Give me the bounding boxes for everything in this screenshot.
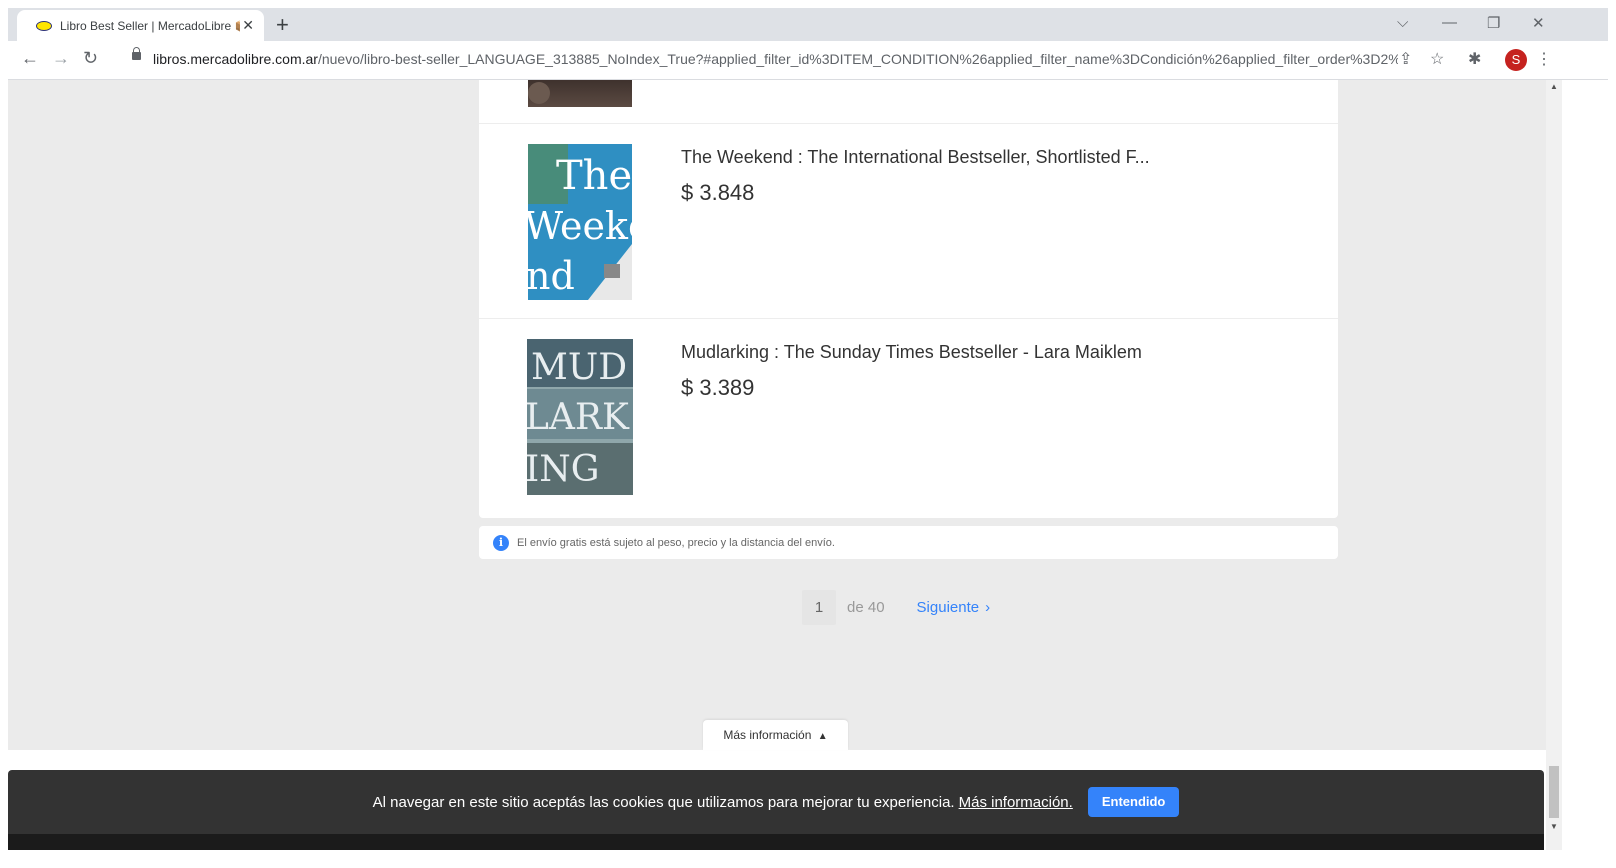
- list-item[interactable]: MUD LARK ING Mudlarking : The Sunday Tim…: [479, 319, 1338, 518]
- results-list: The Weeke nd The Weekend : The Internati…: [479, 80, 1338, 518]
- svg-text:nd: nd: [528, 254, 575, 298]
- more-menu-icon[interactable]: ⋮: [1536, 49, 1552, 69]
- close-window-icon[interactable]: ✕: [1532, 14, 1545, 32]
- page-content: The Weeke nd The Weekend : The Internati…: [8, 80, 1546, 850]
- profile-avatar[interactable]: S: [1505, 49, 1527, 71]
- svg-text:MUD: MUD: [531, 347, 627, 388]
- forward-arrow-icon[interactable]: →: [52, 48, 70, 69]
- product-title[interactable]: The Weekend : The International Bestsell…: [681, 147, 1150, 168]
- info-icon: i: [493, 534, 509, 551]
- product-title[interactable]: Mudlarking : The Sunday Times Bestseller…: [681, 342, 1142, 363]
- back-arrow-icon[interactable]: ←: [21, 48, 39, 69]
- product-price: $ 3.389: [681, 375, 755, 400]
- cookie-message: Al navegar en este sitio aceptás las coo…: [372, 793, 955, 811]
- restore-icon[interactable]: ❐: [1487, 14, 1500, 32]
- browser-tab[interactable]: Libro Best Seller | MercadoLibre 📦 ✕: [17, 10, 264, 41]
- scrollbar-thumb[interactable]: [1549, 766, 1559, 818]
- list-item-partial[interactable]: [479, 80, 1338, 124]
- pagination: 1 de 40 Siguiente ›: [802, 589, 990, 625]
- bookmark-star-icon[interactable]: ☆: [1430, 49, 1444, 69]
- mercadolibre-favicon-icon: [36, 20, 52, 31]
- page-count-label: de 40: [847, 598, 885, 616]
- chevron-up-icon: ▲: [817, 731, 828, 742]
- tab-search-chevron-icon[interactable]: ⌵: [1397, 14, 1408, 31]
- minimize-icon[interactable]: —: [1442, 14, 1457, 31]
- svg-text:Weeke: Weeke: [528, 204, 632, 248]
- current-page-number[interactable]: 1: [802, 589, 836, 625]
- scroll-down-arrow-icon[interactable]: ▼: [1550, 822, 1558, 831]
- share-icon[interactable]: ⇪: [1399, 49, 1412, 69]
- accept-cookies-button[interactable]: Entendido: [1087, 787, 1180, 817]
- lock-icon: [132, 47, 141, 60]
- book-cover-the-weekend: The Weeke nd: [528, 144, 632, 300]
- shipping-notice-text: El envío gratis está sujeto al peso, pre…: [517, 536, 835, 549]
- reload-icon[interactable]: ↻: [83, 48, 98, 69]
- more-info-label: Más información: [723, 728, 812, 742]
- new-tab-plus-icon[interactable]: +: [276, 12, 289, 38]
- shipping-notice: i El envío gratis está sujeto al peso, p…: [479, 526, 1338, 559]
- svg-text:ING: ING: [527, 449, 599, 490]
- svg-text:LARK: LARK: [527, 397, 630, 438]
- product-thumbnail[interactable]: The Weeke nd: [528, 144, 632, 300]
- browser-tab-bar: Libro Best Seller | MercadoLibre 📦 ✕ + ⌵…: [8, 8, 1608, 41]
- product-thumbnail[interactable]: [528, 80, 632, 107]
- more-info-toggle[interactable]: Más información ▲: [703, 720, 848, 750]
- cookie-banner: Al navegar en este sitio aceptás las coo…: [8, 770, 1544, 834]
- next-page-link[interactable]: Siguiente: [917, 599, 980, 616]
- book-cover-mudlarking: MUD LARK ING: [527, 339, 633, 495]
- scroll-up-arrow-icon[interactable]: ▲: [1550, 82, 1558, 91]
- list-item[interactable]: The Weeke nd The Weekend : The Internati…: [479, 124, 1338, 319]
- footer-dark-strip: [8, 834, 1544, 850]
- page-scrollbar[interactable]: ▲ ▼: [1546, 80, 1562, 850]
- tab-title: Libro Best Seller | MercadoLibre 📦: [60, 18, 240, 33]
- address-bar[interactable]: libros.mercadolibre.com.ar/nuevo/libro-b…: [153, 51, 1398, 67]
- product-price: $ 3.848: [681, 180, 755, 205]
- product-thumbnail[interactable]: MUD LARK ING: [527, 339, 633, 495]
- cookie-more-info-link[interactable]: Más información.: [959, 794, 1073, 811]
- close-tab-icon[interactable]: ✕: [242, 17, 254, 34]
- extensions-puzzle-icon[interactable]: ✱: [1468, 49, 1481, 69]
- chevron-right-icon[interactable]: ›: [985, 599, 990, 616]
- svg-text:The: The: [556, 153, 632, 199]
- url-host: libros.mercadolibre.com.ar: [153, 51, 318, 67]
- browser-toolbar: ← → ↻ libros.mercadolibre.com.ar/nuevo/l…: [8, 41, 1608, 80]
- url-path: /nuevo/libro-best-seller_LANGUAGE_313885…: [317, 51, 1398, 67]
